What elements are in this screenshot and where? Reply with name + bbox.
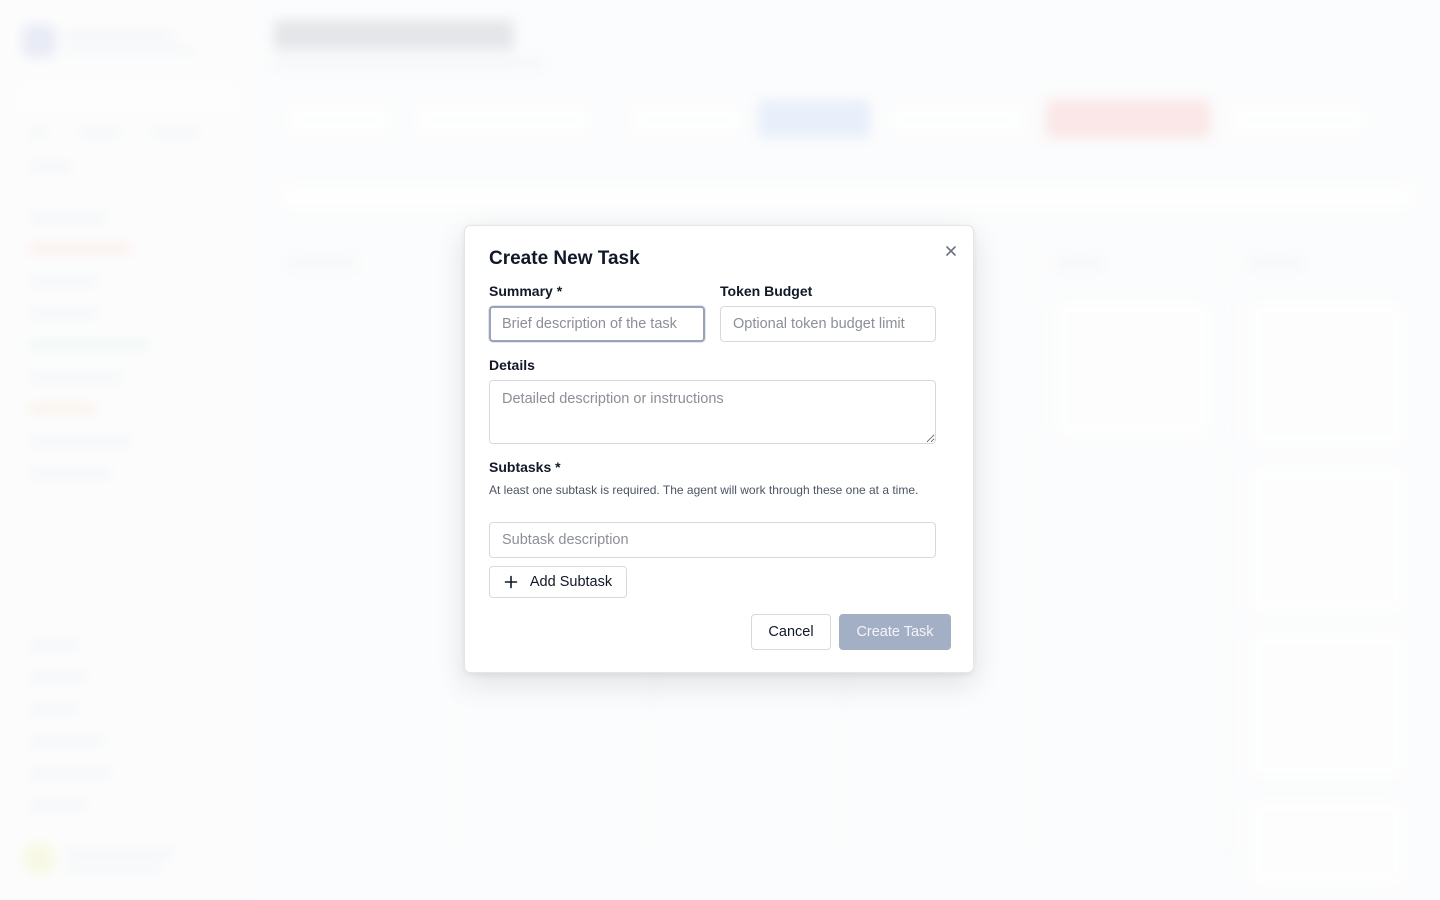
summary-label: Summary * (489, 283, 563, 299)
create-task-button[interactable]: Create Task (839, 614, 951, 650)
cancel-label: Cancel (768, 624, 814, 640)
token-budget-input[interactable] (720, 306, 936, 342)
add-subtask-button[interactable]: Add Subtask (489, 566, 627, 598)
close-button[interactable] (942, 242, 960, 260)
details-textarea[interactable] (489, 380, 936, 444)
summary-input[interactable] (489, 306, 705, 342)
token-budget-label: Token Budget (720, 283, 813, 299)
create-task-label: Create Task (856, 624, 934, 640)
subtasks-label: Subtasks * (489, 459, 561, 475)
details-label: Details (489, 357, 535, 373)
create-task-dialog: Create New Task Summary * Token Budget D… (464, 225, 974, 673)
plus-icon (504, 575, 518, 589)
close-icon (946, 246, 956, 256)
subtask-input[interactable] (489, 522, 936, 558)
cancel-button[interactable]: Cancel (751, 614, 831, 650)
subtasks-help-text: At least one subtask is required. The ag… (489, 483, 919, 497)
dialog-title: Create New Task (489, 248, 640, 269)
add-subtask-label: Add Subtask (529, 574, 613, 590)
